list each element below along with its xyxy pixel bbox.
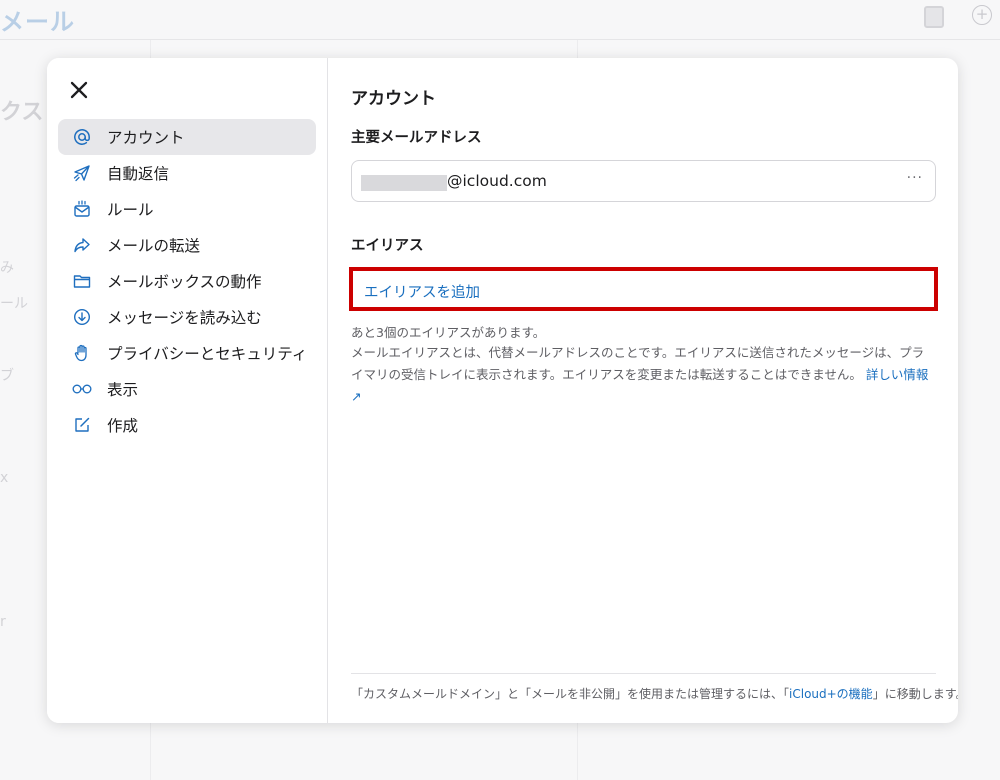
footer-divider xyxy=(351,673,936,674)
plane-icon xyxy=(72,163,92,183)
background-add-icon: + xyxy=(972,5,992,25)
sidebar-item-forwarding[interactable]: メールの転送 xyxy=(58,227,316,263)
background-fragment: み xyxy=(0,260,14,276)
sidebar-item-rules[interactable]: ルール xyxy=(58,191,316,227)
envelope-rule-icon xyxy=(72,199,92,219)
sidebar-item-label: 自動返信 xyxy=(107,165,170,183)
icloud-plus-features-link[interactable]: iCloud+の機能 xyxy=(789,687,873,701)
sidebar-item-label: アカウント xyxy=(107,129,185,147)
hand-icon xyxy=(72,343,92,363)
redacted-username xyxy=(361,175,447,191)
alias-description: メールエイリアスとは、代替メールアドレスのことです。エイリアスに送信されたメッセ… xyxy=(351,342,936,408)
page-title: アカウント xyxy=(351,89,436,109)
sidebar-item-account[interactable]: アカウント xyxy=(58,119,316,155)
background-fragment: ブ xyxy=(0,368,14,384)
primary-email-field: @icloud.com ··· xyxy=(351,160,936,202)
add-alias-link[interactable]: エイリアスを追加 xyxy=(364,281,480,302)
alias-description-text: メールエイリアスとは、代替メールアドレスのことです。エイリアスに送信されたメッセ… xyxy=(351,345,925,382)
folder-icon xyxy=(72,271,92,291)
close-icon xyxy=(70,81,88,99)
account-settings-pane: アカウント 主要メールアドレス @icloud.com ··· エイリアス エイ… xyxy=(349,58,958,723)
primary-email-heading: 主要メールアドレス xyxy=(351,130,482,146)
sidebar-item-mailbox-behavior[interactable]: メールボックスの動作 xyxy=(58,263,316,299)
footer-text: 「カスタムメールドメイン」と「メールを非公開」を使用または管理するには、「 xyxy=(351,687,790,701)
glasses-icon xyxy=(72,379,92,399)
background-fragment: ール xyxy=(0,296,28,312)
sidebar-item-display[interactable]: 表示 xyxy=(58,371,316,407)
alias-heading: エイリアス xyxy=(351,238,424,254)
settings-sidebar: アカウント 自動返信 ルール メールの転送 メールボックスの動作 メッセージを読… xyxy=(47,58,328,723)
add-alias-highlight: エイリアスを追加 xyxy=(349,267,938,311)
sidebar-item-load-messages[interactable]: メッセージを読み込む xyxy=(58,299,316,335)
settings-nav: アカウント 自動返信 ルール メールの転送 メールボックスの動作 メッセージを読… xyxy=(58,119,316,443)
background-app-title: メール xyxy=(0,8,75,36)
alias-count-note: あと3個のエイリアスがあります。 xyxy=(351,325,546,340)
background-header xyxy=(0,0,1000,40)
footer-text: 」に移動します。 xyxy=(872,687,958,701)
sidebar-item-label: メッセージを読み込む xyxy=(107,309,262,327)
background-fragment: x xyxy=(0,470,9,486)
footer-note: 「カスタムメールドメイン」と「メールを非公開」を使用または管理するには、「iCl… xyxy=(351,685,958,702)
sidebar-item-label: メールボックスの動作 xyxy=(107,273,262,291)
sidebar-item-privacy-security[interactable]: プライバシーとセキュリティ xyxy=(58,335,316,371)
email-domain: @icloud.com xyxy=(447,172,547,190)
sidebar-item-label: プライバシーとセキュリティ xyxy=(107,345,308,363)
sidebar-item-auto-reply[interactable]: 自動返信 xyxy=(58,155,316,191)
settings-modal: アカウント 自動返信 ルール メールの転送 メールボックスの動作 メッセージを読… xyxy=(47,58,958,723)
at-icon xyxy=(72,127,92,147)
background-fragment: クス xyxy=(0,100,44,125)
sidebar-item-label: 表示 xyxy=(107,381,139,399)
sidebar-item-label: 作成 xyxy=(107,417,139,435)
compose-icon xyxy=(72,415,92,435)
sidebar-item-label: ルール xyxy=(107,201,154,219)
sidebar-item-compose[interactable]: 作成 xyxy=(58,407,316,443)
background-trash-icon xyxy=(924,6,944,28)
forward-arrow-icon xyxy=(72,235,92,255)
background-fragment: r xyxy=(0,614,6,630)
more-options-button[interactable]: ··· xyxy=(907,170,923,186)
sidebar-item-label: メールの転送 xyxy=(107,237,201,255)
close-button[interactable] xyxy=(65,76,93,104)
download-circle-icon xyxy=(72,307,92,327)
